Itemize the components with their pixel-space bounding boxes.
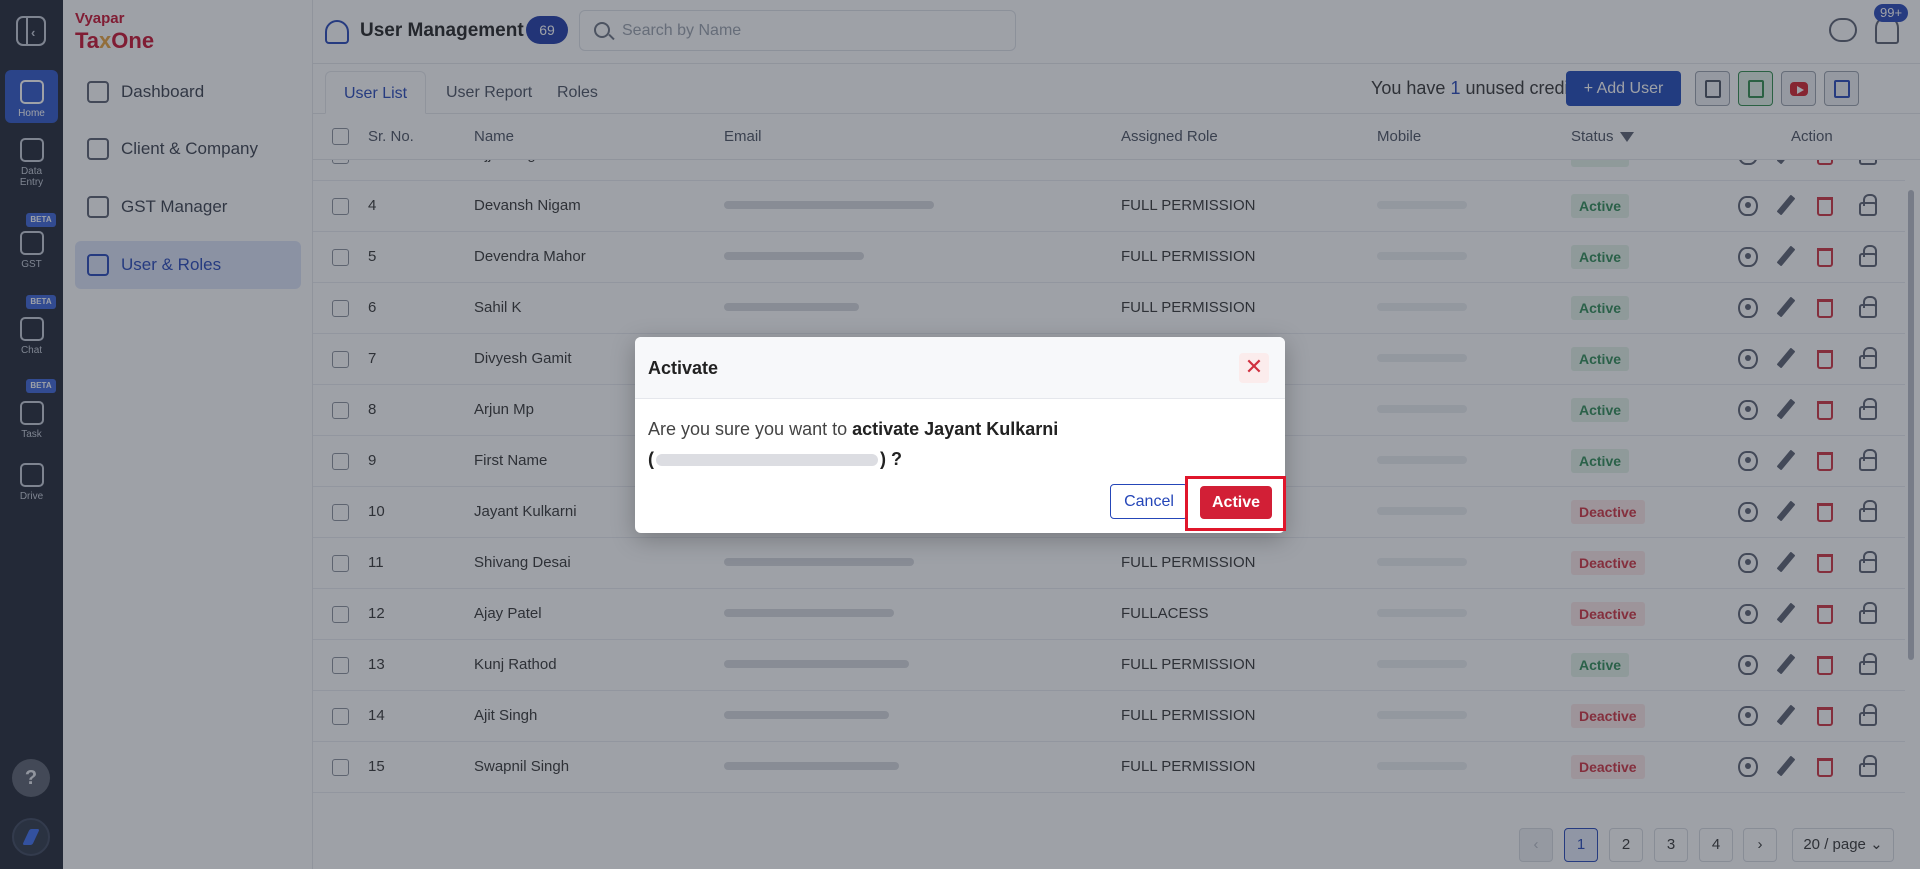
dialog-message: Are you sure you want to activate Jayant… [648,419,1059,469]
highlight-box [1185,476,1286,531]
close-icon[interactable]: ✕ [1239,353,1269,383]
redacted-email [656,454,878,467]
dialog-header [635,337,1285,399]
dialog-title: Activate [648,358,719,378]
cancel-button[interactable]: Cancel [1110,484,1188,519]
